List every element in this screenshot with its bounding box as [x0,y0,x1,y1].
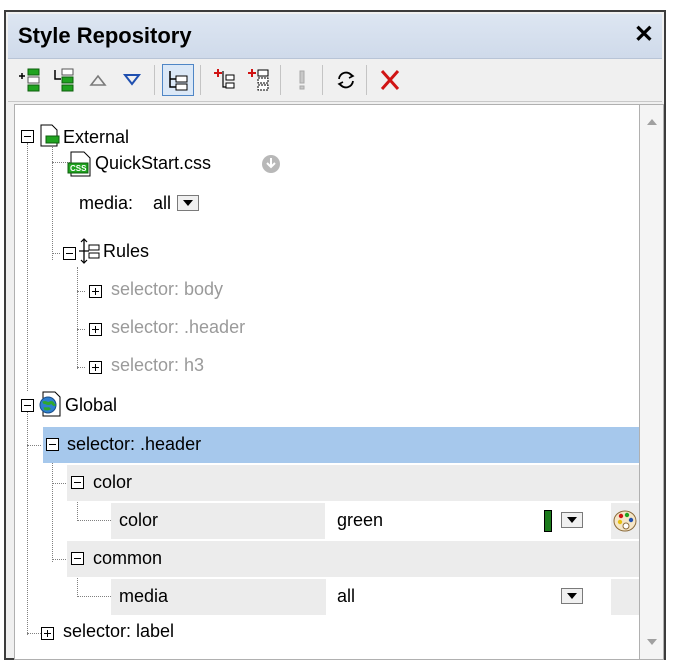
color-group-band [67,465,639,501]
color-property-value[interactable]: green [337,510,383,531]
move-down-button[interactable] [116,64,148,96]
close-button[interactable]: ✕ [634,20,654,49]
tree-view-icon [169,71,188,91]
move-up-button[interactable] [82,64,114,96]
tree-connector [52,253,60,254]
title-bar: Style Repository ✕ [8,14,662,59]
delete-button[interactable] [374,64,406,96]
selector-collapse-toggle[interactable] [46,438,59,451]
download-arrow-icon[interactable] [260,153,282,175]
global-selector-label[interactable]: selector: label [63,621,174,642]
move-up-icon [89,74,107,86]
move-down-icon [122,74,142,86]
color-picker-icon[interactable] [612,508,638,534]
reload-icon [337,71,355,89]
common-group-label: common [93,548,163,568]
toolbar [8,59,662,102]
insert-rule-button[interactable] [242,64,274,96]
common-group-toggle[interactable] [71,552,84,565]
tree-connector [77,329,85,330]
tree-connector [27,143,28,391]
svg-text:CSS: CSS [70,164,87,173]
add-stylesheet-icon [19,68,40,92]
media-property-name: media [119,586,169,606]
tree-connector [27,633,41,634]
add-rule-button[interactable] [208,64,240,96]
css-file-icon: CSS [67,151,91,177]
delete-icon [380,70,400,90]
window-title: Style Repository [18,23,192,48]
tree-connector [27,445,41,446]
selector-label-expand-toggle[interactable] [41,627,54,640]
toolbar-separator [154,65,155,95]
style-repository-window: Style Repository ✕ External CSS QuickSta… [4,10,666,660]
tree-connector [77,596,111,597]
tree-connector [77,367,85,368]
selector-expand-toggle[interactable] [89,285,102,298]
color-swatch [544,510,552,532]
stylesheet-file-name[interactable]: QuickStart.css [95,153,211,174]
selector-expand-toggle[interactable] [89,323,102,336]
global-node-label[interactable]: Global [65,395,117,416]
toolbar-separator [322,65,323,95]
color-property-name: color [119,510,159,530]
tree-connector [52,483,66,484]
add-stylesheet-button[interactable] [14,64,46,96]
color-dropdown-button[interactable] [561,512,583,528]
insert-stylesheet-icon [54,68,74,92]
add-rule-icon [214,69,235,89]
media-value: all [153,193,172,213]
toggle-tree-view-button[interactable] [162,64,194,96]
external-node-label[interactable]: External [63,127,129,148]
override-button[interactable] [286,64,318,96]
color-group-toggle[interactable] [71,476,84,489]
selector-expand-toggle[interactable] [89,361,102,374]
override-icon [299,70,305,90]
external-collapse-toggle[interactable] [21,130,34,143]
tree-connector [52,452,53,562]
tree-connector [77,267,78,369]
tree-connector [52,559,66,560]
toolbar-separator [200,65,201,95]
insert-rule-icon [248,69,269,91]
media-value-dropdown-button[interactable] [561,588,583,604]
external-selector-header[interactable]: selector: .header [111,317,245,338]
scroll-down-arrow-icon[interactable] [647,639,657,645]
style-tree: External CSS QuickStart.css media: all R… [14,104,640,660]
external-stylesheet-icon [40,124,60,147]
toolbar-separator [280,65,281,95]
external-selector-h3[interactable]: selector: h3 [111,355,204,376]
color-group-label: color [93,472,133,492]
global-stylesheet-icon [39,391,61,417]
tree-connector [77,520,111,521]
rules-icon [79,238,100,264]
media-property-value[interactable]: all [337,586,355,607]
rules-collapse-toggle[interactable] [63,247,76,260]
scroll-up-arrow-icon[interactable] [647,119,657,125]
tree-connector [52,140,53,260]
vertical-scrollbar[interactable] [640,104,664,660]
tree-connector [27,409,28,635]
rules-node-label[interactable]: Rules [103,241,149,262]
media-dropdown-button[interactable] [177,195,199,211]
external-selector-body[interactable]: selector: body [111,279,223,300]
tree-connector [77,291,85,292]
media-label: media: [79,193,134,213]
global-collapse-toggle[interactable] [21,399,34,412]
toolbar-separator [366,65,367,95]
reload-button[interactable] [330,64,362,96]
insert-stylesheet-button[interactable] [48,64,80,96]
global-selector-header[interactable]: selector: .header [67,434,201,455]
